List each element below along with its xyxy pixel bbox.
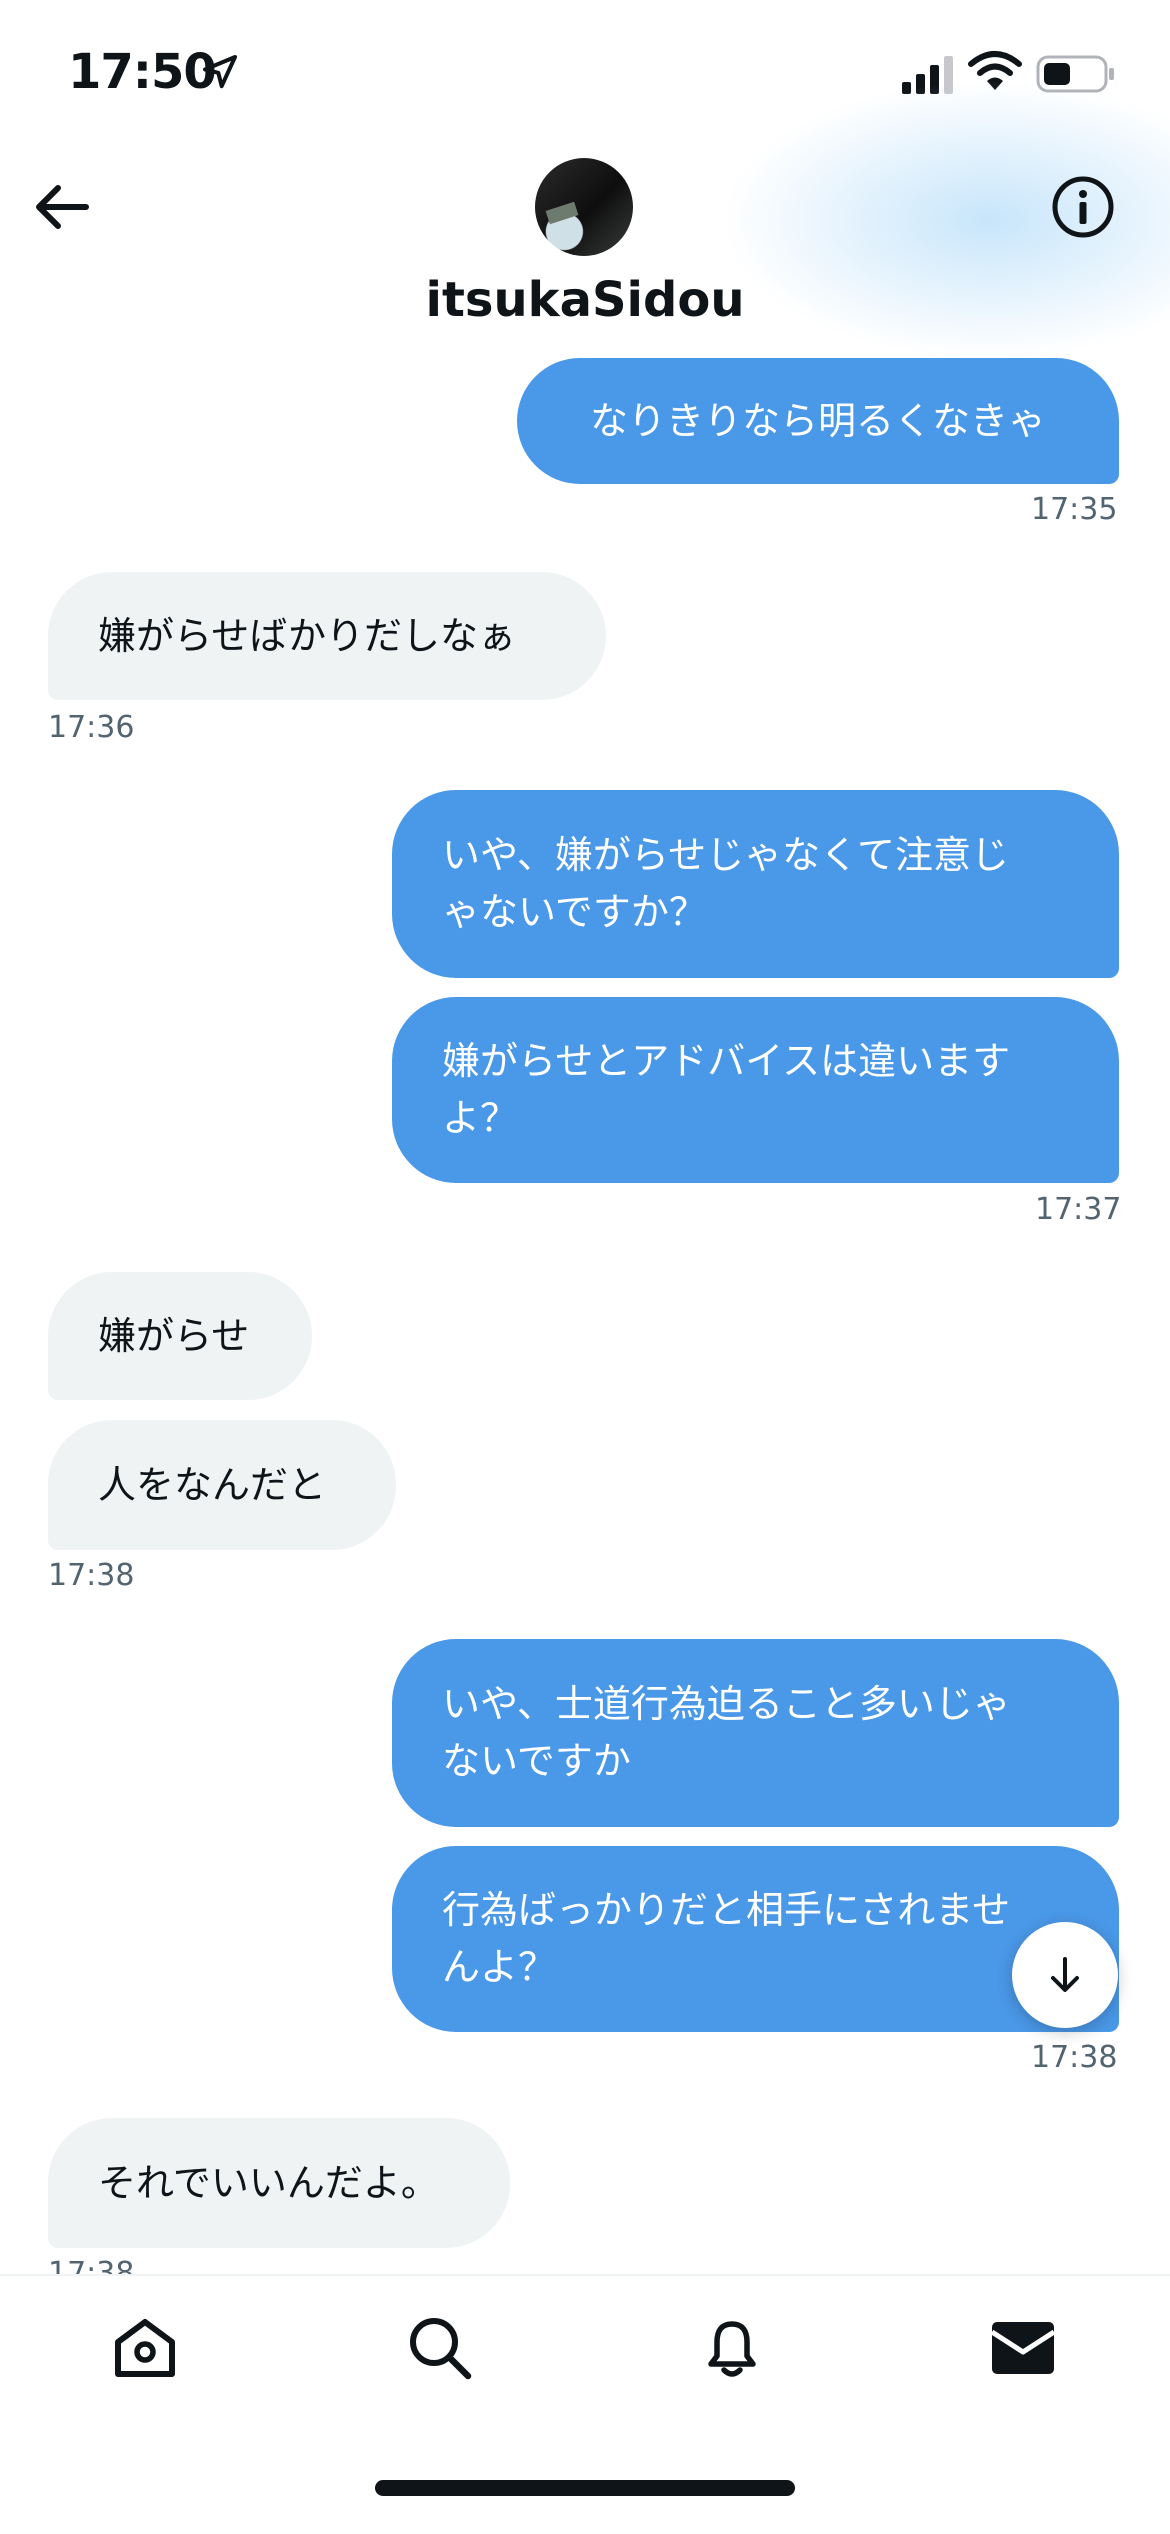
mail-icon[interactable] [988, 2312, 1058, 2382]
message-text: それでいいんだよ。 [98, 2160, 439, 2205]
arrow-down-icon [1051, 1957, 1079, 1992]
location-arrow-icon [203, 55, 237, 89]
message-timestamp: 17:36 [48, 710, 135, 745]
message-bubble-received[interactable]: 人をなんだと [48, 1420, 396, 1550]
avatar[interactable] [535, 158, 633, 256]
message-text: 人をなんだと [98, 1462, 327, 1507]
message-text-line: 嫌がらせとアドバイスは違います [442, 1039, 1011, 1083]
message-text-line: よ？ [442, 1096, 519, 1140]
message-text-line: いや、嫌がらせじゃなくて注意じ [442, 833, 1009, 877]
message-text: なりきりなら明るくなきゃ [589, 398, 1046, 443]
message-bubble-received[interactable]: 嫌がらせ [48, 1272, 312, 1400]
bell-icon[interactable] [697, 2312, 767, 2382]
message-bubble-sent[interactable]: 嫌がらせとアドバイスは違います よ？ [392, 997, 1119, 1183]
message-text: 嫌がらせばかりだしなぁ [98, 613, 517, 658]
message-text-line: 行為ばっかりだと相手にされませ [442, 1888, 1011, 1932]
message-timestamp: 17:38 [1031, 2040, 1118, 2075]
message-text-line: いや、士道行為迫ること多いじゃ [442, 1682, 1011, 1726]
status-time: 17:50 [68, 44, 217, 100]
message-text-line: んよ？ [442, 1945, 557, 1989]
message-text: 嫌がらせ [98, 1313, 250, 1358]
scroll-to-bottom-button[interactable] [1012, 1922, 1118, 2028]
message-bubble-received[interactable]: それでいいんだよ。 [48, 2118, 510, 2248]
contact-name[interactable]: itsukaSidou [0, 272, 1170, 328]
message-timestamp: 17:38 [48, 1558, 135, 1593]
message-bubble-sent[interactable]: なりきりなら明るくなきゃ [517, 358, 1119, 484]
message-bubble-sent[interactable]: 行為ばっかりだと相手にされませ んよ？ [392, 1846, 1119, 2032]
back-arrow-icon[interactable] [28, 172, 98, 242]
message-bubble-sent[interactable]: いや、士道行為迫ること多いじゃ ないですか [392, 1639, 1119, 1827]
message-text-line: ないですか [442, 1739, 631, 1783]
message-timestamp: 17:35 [1031, 492, 1118, 527]
message-timestamp: 17:37 [1035, 1192, 1122, 1227]
message-bubble-received[interactable]: 嫌がらせばかりだしなぁ [48, 572, 606, 700]
message-bubble-sent[interactable]: いや、嫌がらせじゃなくて注意じ ゃないですか？ [392, 790, 1119, 978]
home-icon[interactable] [110, 2312, 180, 2382]
search-icon[interactable] [404, 2312, 474, 2382]
message-text-line: ゃないですか？ [442, 890, 707, 934]
home-indicator [375, 2480, 795, 2496]
info-icon[interactable] [1048, 172, 1118, 242]
